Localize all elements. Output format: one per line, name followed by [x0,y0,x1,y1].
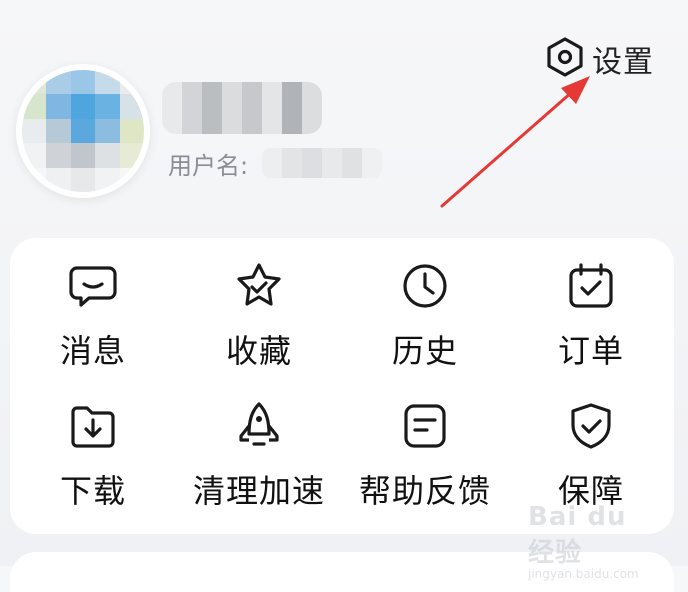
rocket-icon [233,400,285,452]
menu-item-downloads[interactable]: 下载 [10,400,176,540]
folder-download-icon [67,400,119,452]
menu-item-cleanup[interactable]: 清理加速 [176,400,342,540]
menu-item-history[interactable]: 历史 [342,260,508,400]
menu-item-message[interactable]: 消息 [10,260,176,400]
shield-check-icon [565,400,617,452]
avatar-mosaic [22,70,144,192]
calendar-check-icon [565,260,617,312]
star-icon [233,260,285,312]
username-blurred [262,148,383,178]
menu-label: 下载 [59,472,126,510]
username-row: 用户名: [168,146,383,180]
watermark-brand: Bai du 经验 [528,502,627,568]
menu-item-orders[interactable]: 订单 [508,260,674,400]
menu-card: 消息 收藏 历史 订单 下载 清理加速 帮助反馈 保障 [10,238,674,534]
menu-item-help-feedback[interactable]: 帮助反馈 [342,400,508,540]
settings-label: 设置 [592,45,654,80]
message-icon [67,260,119,312]
watermark: Bai du 经验 jingyan.baidu.com [528,502,658,581]
menu-label: 订单 [557,332,624,370]
clock-icon [399,260,451,312]
username-label: 用户名: [168,151,249,180]
menu-label: 消息 [59,332,126,370]
menu-label: 清理加速 [192,472,325,510]
menu-item-favorites[interactable]: 收藏 [176,260,342,400]
menu-label: 帮助反馈 [358,472,491,510]
feedback-icon [399,400,451,452]
hexagon-settings-icon [544,36,586,82]
menu-label: 历史 [391,332,458,370]
settings-button[interactable]: 设置 [544,36,654,82]
menu-label: 收藏 [225,332,292,370]
nickname-blurred [162,82,322,134]
watermark-sub: jingyan.baidu.com [528,567,639,581]
avatar[interactable] [16,64,150,198]
